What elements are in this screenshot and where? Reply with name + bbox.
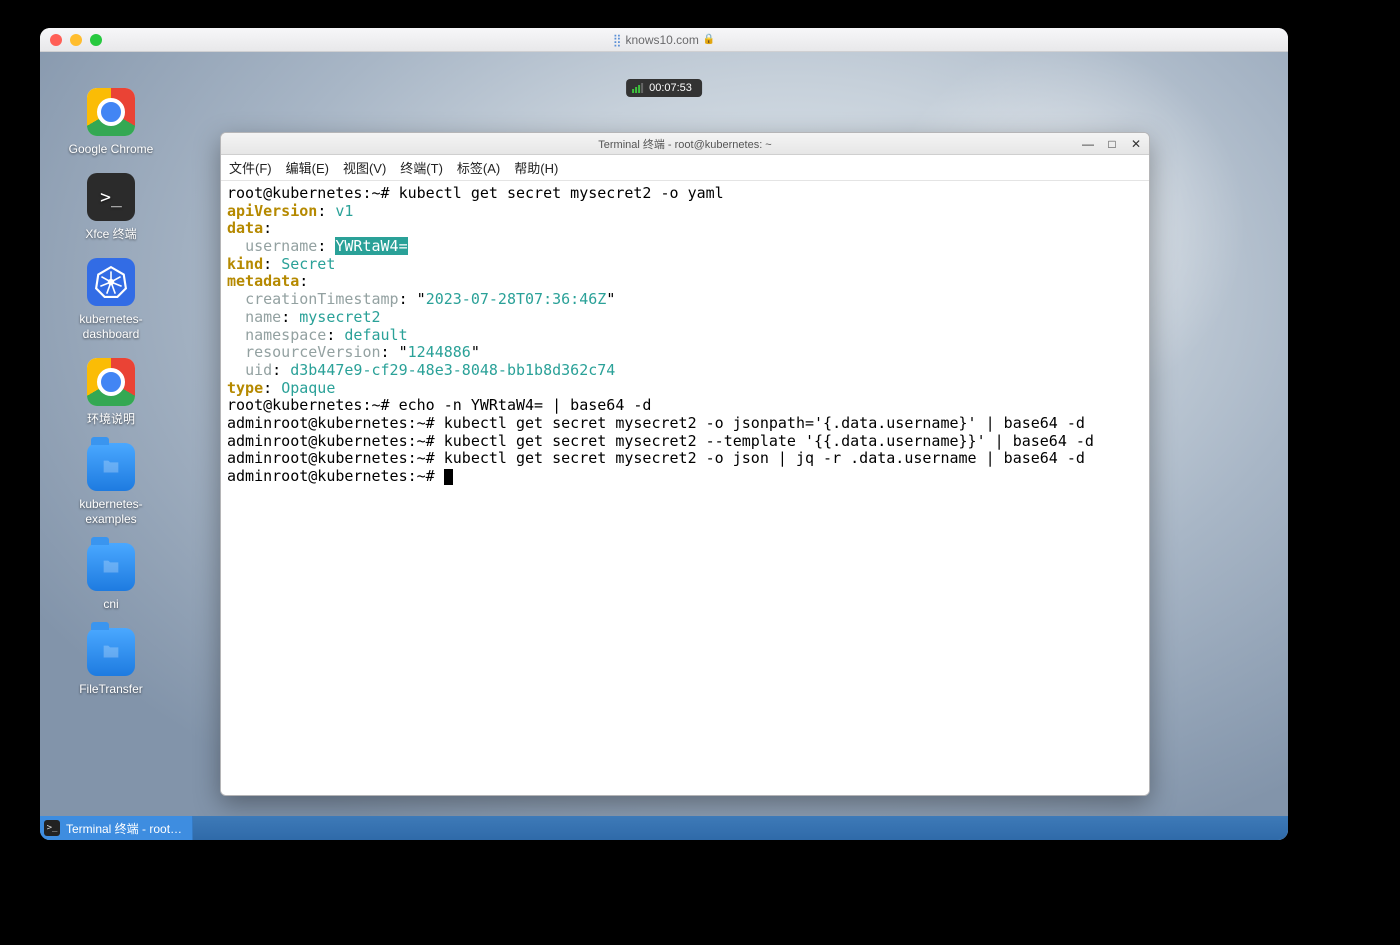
url-text: knows10.com bbox=[625, 33, 698, 47]
desktop-icon-chrome[interactable]: Google Chrome bbox=[56, 88, 166, 157]
output: admin bbox=[227, 449, 272, 467]
prompt: root@kubernetes:~# bbox=[272, 467, 435, 485]
cmd-line: kubectl get secret mysecret2 -o jsonpath… bbox=[444, 414, 1085, 432]
desktop-icon-k8s-examples[interactable]: kubernetes- examples bbox=[56, 443, 166, 527]
terminal-window[interactable]: Terminal 终端 - root@kubernetes: ~ — □ ✕ 文… bbox=[220, 132, 1150, 796]
yaml-kind: Secret bbox=[281, 255, 335, 273]
yaml-type: Opaque bbox=[281, 379, 335, 397]
desktop-icon-xfce-terminal[interactable]: Xfce 终端 bbox=[56, 173, 166, 242]
terminal-icon: >_ bbox=[44, 820, 60, 836]
mac-titlebar: ⣿ knows10.com 🔒 bbox=[40, 28, 1288, 52]
window-close-icon[interactable]: ✕ bbox=[1129, 137, 1143, 151]
menu-file[interactable]: 文件(F) bbox=[229, 158, 272, 177]
prompt: root@kubernetes:~# bbox=[227, 396, 390, 414]
window-maximize-icon[interactable]: □ bbox=[1105, 137, 1119, 151]
chrome-icon bbox=[87, 88, 135, 136]
kubernetes-icon bbox=[87, 258, 135, 306]
session-timer: 00:07:53 bbox=[626, 79, 702, 97]
remote-desktop[interactable]: 00:07:53 Google Chrome Xfce 终端 kubernete… bbox=[40, 52, 1288, 840]
cmd-line: echo -n YWRtaW4= | base64 -d bbox=[399, 396, 652, 414]
terminal-menubar[interactable]: 文件(F) 编辑(E) 视图(V) 终端(T) 标签(A) 帮助(H) bbox=[221, 155, 1149, 181]
yaml-namespace: default bbox=[344, 326, 407, 344]
desktop-icons: Google Chrome Xfce 终端 kubernetes- dashbo… bbox=[56, 88, 166, 697]
tune-icon: ⣿ bbox=[613, 33, 622, 47]
desktop-icon-env-readme[interactable]: 环境说明 bbox=[56, 358, 166, 427]
yaml-apiversion: v1 bbox=[335, 202, 353, 220]
cmd-line: kubectl get secret mysecret2 -o json | j… bbox=[444, 449, 1085, 467]
menu-help[interactable]: 帮助(H) bbox=[514, 158, 558, 177]
traffic-light-close-icon[interactable] bbox=[50, 34, 62, 46]
yaml-name: mysecret2 bbox=[299, 308, 380, 326]
menu-view[interactable]: 视图(V) bbox=[343, 158, 386, 177]
yaml-username-b64: YWRtaW4= bbox=[335, 237, 407, 255]
cmd-line: kubectl get secret mysecret2 -o yaml bbox=[399, 184, 724, 202]
cmd-line: kubectl get secret mysecret2 --template … bbox=[444, 432, 1094, 450]
desktop-icon-filetransfer[interactable]: FileTransfer bbox=[56, 628, 166, 697]
prompt: root@kubernetes:~# bbox=[272, 432, 435, 450]
yaml-creation-ts: 2023-07-28T07:36:46Z bbox=[426, 290, 607, 308]
taskbar-item-label: Terminal 终端 - root… bbox=[66, 820, 182, 837]
cursor-icon bbox=[444, 469, 453, 485]
output: admin bbox=[227, 414, 272, 432]
taskbar-item-terminal[interactable]: >_ Terminal 终端 - root… bbox=[40, 816, 193, 840]
chrome-icon bbox=[87, 358, 135, 406]
timer-text: 00:07:53 bbox=[649, 82, 692, 94]
lock-icon: 🔒 bbox=[703, 34, 715, 45]
terminal-title: Terminal 终端 - root@kubernetes: ~ bbox=[598, 136, 771, 152]
output: admin bbox=[227, 467, 272, 485]
yaml-uid: d3b447e9-cf29-48e3-8048-bb1b8d362c74 bbox=[290, 361, 615, 379]
traffic-light-min-icon[interactable] bbox=[70, 34, 82, 46]
terminal-titlebar[interactable]: Terminal 终端 - root@kubernetes: ~ — □ ✕ bbox=[221, 133, 1149, 155]
traffic-light-max-icon[interactable] bbox=[90, 34, 102, 46]
menu-terminal[interactable]: 终端(T) bbox=[400, 158, 443, 177]
outer-mac-window: ⣿ knows10.com 🔒 00:07:53 Google Chrome X… bbox=[40, 28, 1288, 840]
folder-icon bbox=[87, 443, 135, 491]
address-bar: ⣿ knows10.com 🔒 bbox=[613, 33, 716, 47]
prompt: root@kubernetes:~# bbox=[227, 184, 390, 202]
signal-icon bbox=[632, 83, 643, 93]
desktop-icon-k8s-dashboard[interactable]: kubernetes- dashboard bbox=[56, 258, 166, 342]
folder-icon bbox=[87, 628, 135, 676]
yaml-resver: 1244886 bbox=[408, 343, 471, 361]
terminal-body[interactable]: root@kubernetes:~# kubectl get secret my… bbox=[221, 181, 1149, 795]
folder-icon bbox=[87, 543, 135, 591]
output: admin bbox=[227, 432, 272, 450]
menu-tabs[interactable]: 标签(A) bbox=[457, 158, 500, 177]
desktop-icon-cni[interactable]: cni bbox=[56, 543, 166, 612]
taskbar[interactable]: >_ Terminal 终端 - root… bbox=[40, 816, 1288, 840]
menu-edit[interactable]: 编辑(E) bbox=[286, 158, 329, 177]
terminal-icon bbox=[87, 173, 135, 221]
prompt: root@kubernetes:~# bbox=[272, 414, 435, 432]
prompt: root@kubernetes:~# bbox=[272, 449, 435, 467]
window-minimize-icon[interactable]: — bbox=[1081, 137, 1095, 151]
